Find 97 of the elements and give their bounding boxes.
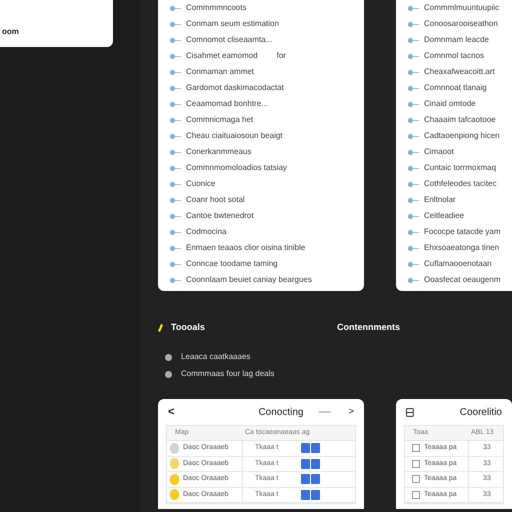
bullet-icon — [408, 118, 419, 122]
bullet-icon — [408, 166, 419, 170]
bullet-icon — [408, 262, 419, 266]
bullet-icon — [408, 86, 419, 90]
link[interactable]: Leaaca caatkaaaes — [181, 351, 250, 363]
bullet-icon — [170, 70, 181, 74]
checkbox-icon[interactable] — [412, 490, 420, 499]
section-title: Toooals — [171, 321, 205, 334]
pencil-icon — [158, 324, 163, 332]
list-item[interactable]: Commmmncoots — [186, 2, 246, 14]
action-tile[interactable] — [301, 443, 310, 454]
document-icon — [406, 408, 414, 416]
list-item[interactable]: Comnomot cliseaamta... — [186, 34, 272, 46]
list-item[interactable]: Cuflamaooenotaan — [424, 258, 492, 270]
bullet-icon — [170, 54, 181, 58]
list-item[interactable]: Comnnoat tlanaig — [424, 82, 487, 94]
list-item[interactable]: Codmocina — [186, 226, 226, 238]
checkbox-icon[interactable] — [412, 475, 420, 484]
bullet-icon — [408, 6, 419, 10]
bullet-icon — [170, 102, 181, 106]
bullet-icon — [170, 246, 181, 250]
list-item[interactable]: Chaaaim tafcaotooe — [424, 114, 496, 126]
list-item[interactable]: Ceitleadiee — [424, 210, 464, 222]
bullet-icon — [408, 22, 419, 26]
list-item[interactable]: Coanr hoot sotal — [186, 194, 245, 206]
bullet-icon — [170, 134, 181, 138]
minimize-bar — [318, 411, 331, 413]
bullet-icon — [408, 150, 419, 154]
bullet-icon — [408, 134, 419, 138]
list-item[interactable]: Conmaman ammet — [186, 66, 254, 78]
list-item[interactable]: Cheau ciaituaiosoun beaigt — [186, 130, 283, 142]
list-item[interactable]: Conmam seum estimation — [186, 18, 279, 30]
list-item[interactable]: Commmlmuuntuupiic — [424, 2, 500, 14]
bullet-icon — [408, 182, 419, 186]
action-tile[interactable] — [311, 458, 320, 469]
list-item[interactable]: Ceaamomad bonhtre... — [186, 98, 268, 110]
bullet-icon — [170, 198, 181, 202]
action-tile[interactable] — [311, 490, 320, 500]
card-title: Conocting — [258, 406, 304, 420]
list-item[interactable]: Cinaid omtode — [424, 98, 476, 110]
list-item[interactable]: Cantoe bwtenedrot — [186, 210, 254, 222]
section-title: Contennments — [337, 321, 400, 334]
bullet-icon — [170, 230, 181, 234]
card-text: oom — [2, 26, 19, 38]
bullet-icon — [170, 22, 181, 26]
list-item[interactable]: Cuntaic torrmoxmaq — [424, 162, 496, 174]
bullet-icon — [170, 150, 181, 154]
list-item[interactable]: Cothfeleodes tacitec — [424, 178, 496, 190]
list-item[interactable]: Coonnlaam beuiet caniay beargues — [186, 274, 312, 286]
link[interactable]: Commmaas four lag deals — [181, 368, 274, 380]
bullet-icon — [408, 38, 419, 42]
bullet-icon — [408, 278, 419, 282]
checkbox-icon[interactable] — [412, 460, 420, 468]
action-tile[interactable] — [311, 474, 320, 484]
list-item[interactable]: Ooasfecat oeaugenm — [424, 274, 500, 286]
list-item[interactable]: Cimaoot — [424, 146, 454, 158]
bullet-icon — [170, 118, 181, 122]
card-title: Coorelitio — [460, 406, 502, 420]
bullet-icon — [408, 246, 419, 250]
bullet-icon — [408, 70, 419, 74]
prev-button[interactable]: < — [168, 404, 174, 420]
list-item[interactable]: Domnmam leacde — [424, 34, 489, 46]
action-tile[interactable] — [301, 458, 310, 469]
list-item-note: for — [276, 50, 286, 62]
action-tile[interactable] — [301, 474, 310, 484]
list-item[interactable]: Ehxsoaeatonga tinen — [424, 242, 500, 254]
list-item[interactable]: Fococpe tatacde yam — [424, 226, 500, 238]
bullet-icon — [170, 278, 181, 282]
bullet-icon — [408, 198, 419, 202]
bullet-icon — [408, 54, 419, 58]
action-tile[interactable] — [301, 490, 310, 500]
list-item[interactable]: Cuonice — [186, 178, 216, 190]
next-button[interactable]: > — [348, 405, 354, 419]
list-item[interactable]: Cisahmet eamomod — [186, 50, 258, 62]
list-item[interactable]: Gardomot daskimacodactat — [186, 82, 284, 94]
bullet-icon — [170, 182, 181, 186]
bullet-icon — [170, 166, 181, 170]
bullet-icon — [170, 6, 181, 10]
action-tile[interactable] — [311, 443, 320, 454]
list-item[interactable]: Conerkanmmeaus — [186, 146, 252, 158]
list-item[interactable]: Enltnolar — [424, 194, 456, 206]
list-item[interactable]: Comnmol tacnos — [424, 50, 484, 62]
checkbox-icon[interactable] — [412, 444, 420, 452]
bullet-icon — [408, 102, 419, 106]
list-item[interactable]: Commnmomoloadios tatsiay — [186, 162, 287, 174]
list-item[interactable]: Cheaxafweacoitt.art — [424, 66, 495, 78]
list-item[interactable]: Conoosarooiseathon — [424, 18, 498, 30]
list-item[interactable]: Cadtaoenpiong hicen — [424, 130, 500, 142]
list-item[interactable]: Commnicmaga het — [186, 114, 254, 126]
bullet-icon — [170, 214, 181, 218]
list-item[interactable]: Conncae toodame taming — [186, 258, 278, 270]
bullet-icon — [170, 86, 181, 90]
list-item[interactable]: Enmaen teaaos clior oisina tinible — [186, 242, 306, 254]
bullet-icon — [408, 230, 419, 234]
bullet-icon — [170, 262, 181, 266]
bullet-icon — [408, 214, 419, 218]
bullet-icon — [170, 38, 181, 42]
